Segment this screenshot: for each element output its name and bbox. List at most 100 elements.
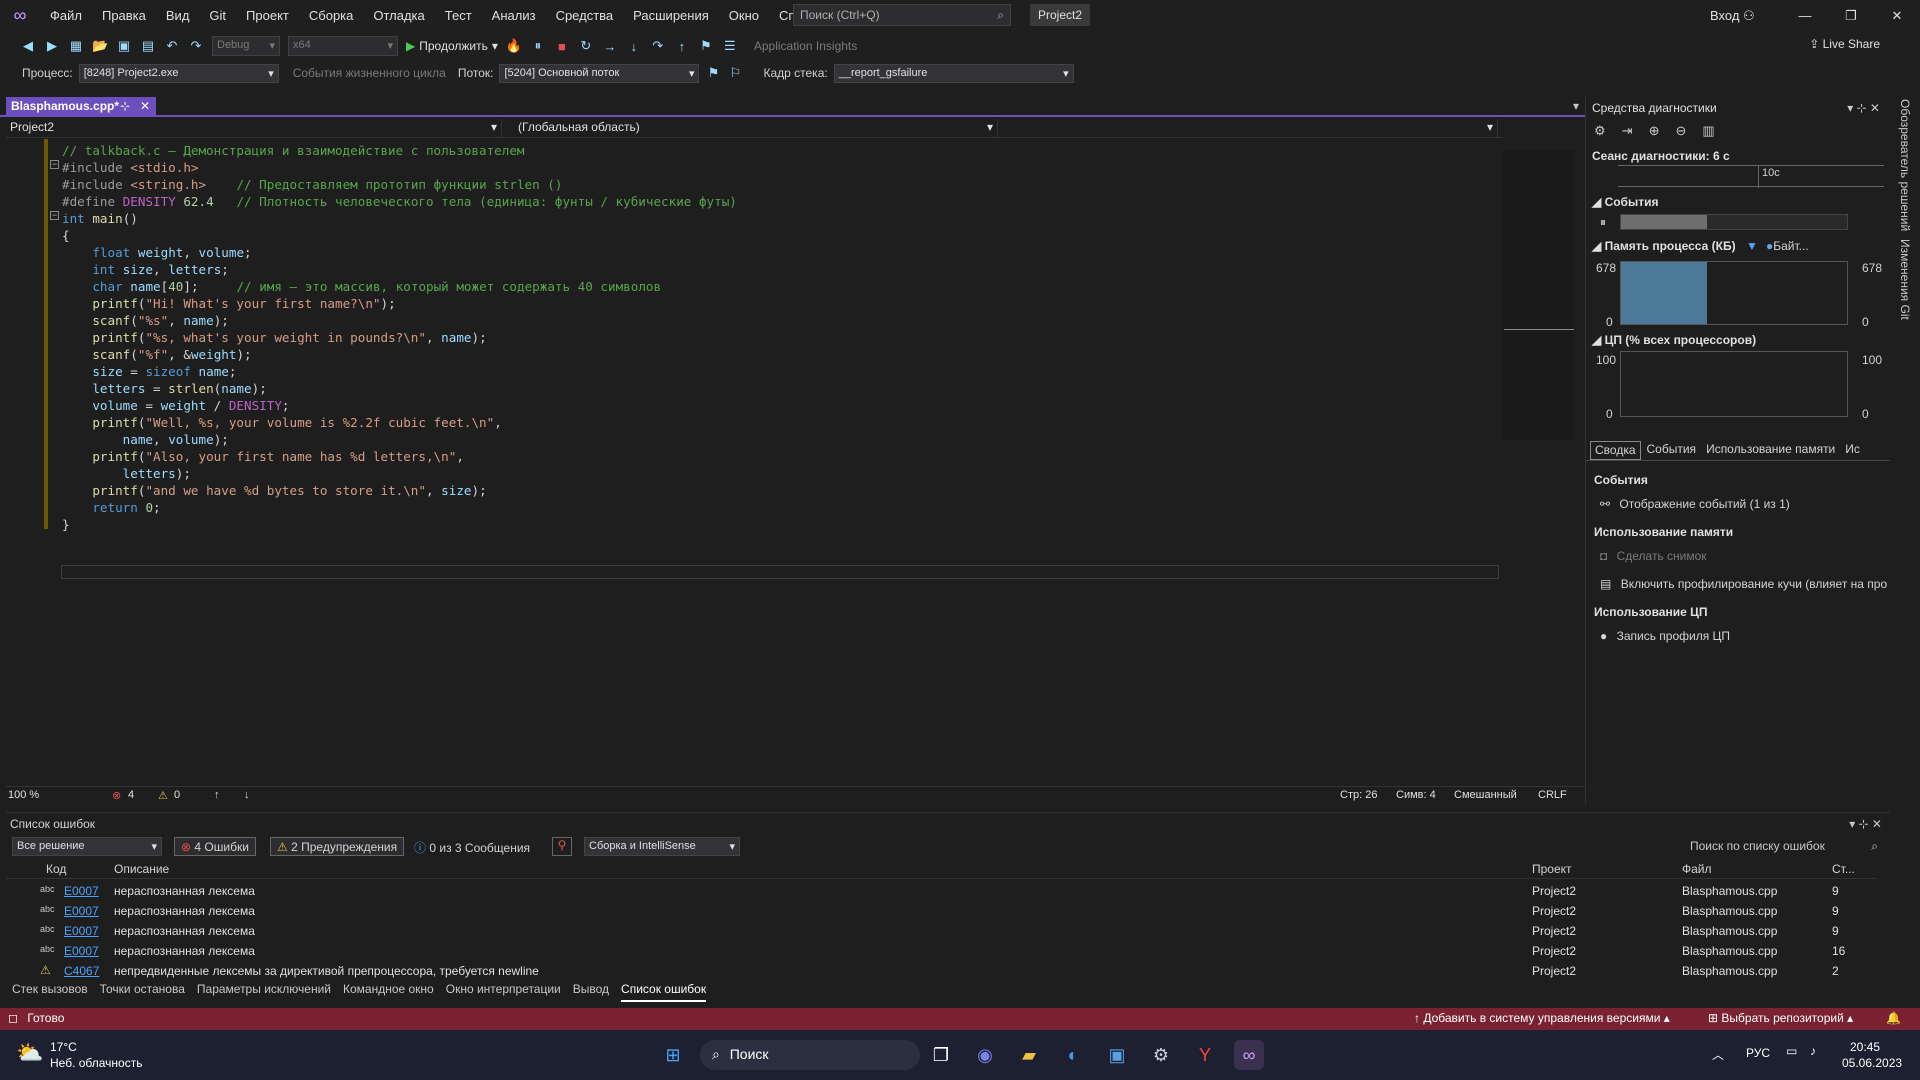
error-code[interactable]: E0007 — [64, 944, 99, 958]
code-line[interactable]: printf("and we have %d bytes to store it… — [62, 483, 486, 500]
panel-close-icon[interactable]: ▾ ⊹ ✕ — [1847, 101, 1880, 115]
error-code[interactable]: E0007 — [64, 884, 99, 898]
errors-filter-button[interactable]: ⊗ 4 Ошибки — [174, 837, 256, 856]
project-nav-select[interactable]: Project2 ▾ — [6, 119, 502, 137]
menu-window[interactable]: Окно — [719, 0, 769, 31]
export-icon[interactable]: ⇥ — [1622, 123, 1633, 139]
menu-edit[interactable]: Правка — [92, 0, 156, 31]
chart-icon[interactable]: ▥ — [1702, 123, 1714, 139]
tab-output[interactable]: Вывод — [573, 982, 609, 1002]
code-editor[interactable]: − − // talkback.c – Демонстрация и взаим… — [6, 139, 1501, 785]
filter-icon[interactable]: ▼ — [1746, 239, 1758, 253]
store-icon[interactable]: ▣ — [1102, 1040, 1132, 1070]
whitespace-mode[interactable]: Смешанный — [1454, 789, 1517, 801]
settings-icon[interactable]: ⚙ — [1594, 123, 1606, 139]
warnings-filter-button[interactable]: ⚠ 2 Предупреждения — [270, 837, 405, 856]
pin-icon[interactable]: ⊹ — [120, 99, 130, 113]
zoom-select[interactable]: 100 % — [8, 789, 39, 801]
header-description[interactable]: Описание — [114, 862, 169, 876]
code-line[interactable]: } — [62, 517, 70, 534]
global-search-input[interactable]: Поиск (Ctrl+Q) ⌕ — [793, 4, 1011, 26]
visual-studio-icon[interactable]: ∞ — [1234, 1040, 1264, 1070]
flag-icon[interactable]: ⚑ — [705, 65, 721, 81]
events-header[interactable]: ◢ События — [1592, 195, 1658, 209]
start-icon[interactable]: ⊞ — [658, 1040, 688, 1070]
menu-debug[interactable]: Отладка — [363, 0, 434, 31]
chat-icon[interactable]: ◉ — [970, 1040, 1000, 1070]
table-row[interactable]: abc E0007 нераспознанная лексема Project2 Bl… — [6, 941, 1890, 961]
step-into-icon[interactable]: ↓ — [626, 39, 642, 54]
step-out-icon[interactable]: ↑ — [674, 39, 690, 54]
build-filter-select[interactable]: Сборка и IntelliSense ▾ — [584, 837, 740, 856]
flag-threads-icon[interactable]: ⚐ — [727, 65, 743, 81]
solution-explorer-tab[interactable]: Обозреватель решений — [1898, 99, 1912, 231]
pause-icon[interactable]: ⏸ — [530, 38, 546, 54]
code-line[interactable]: // talkback.c – Демонстрация и взаимодей… — [62, 143, 525, 160]
code-line[interactable]: { — [62, 228, 70, 245]
table-row[interactable]: abc E0007 нераспознанная лексема Project2 Bl… — [6, 901, 1890, 921]
error-code[interactable]: E0007 — [64, 924, 99, 938]
table-row[interactable]: abc E0007 нераспознанная лексема Project2 Bl… — [6, 881, 1890, 901]
session-timeline[interactable]: 10с — [1618, 165, 1884, 188]
fold-toggle-include[interactable]: − — [50, 160, 59, 169]
tab-call-stack[interactable]: Стек вызовов — [12, 982, 88, 1002]
undo-icon[interactable]: ↶ — [164, 38, 180, 54]
code-line[interactable]: size = sizeof name; — [62, 364, 236, 381]
error-code[interactable]: E0007 — [64, 904, 99, 918]
error-scope-select[interactable]: Все решение ▾ — [12, 837, 162, 856]
show-events-link[interactable]: ⚯ Отображение событий (1 из 1) — [1600, 497, 1790, 511]
header-file[interactable]: Файл — [1682, 862, 1712, 876]
fold-toggle-main[interactable]: − — [50, 211, 59, 220]
select-repository[interactable]: ⊞ Выбрать репозиторий ▴ — [1708, 1011, 1853, 1025]
process-select[interactable]: [8248] Project2.exe ▾ — [78, 63, 279, 83]
close-tab-icon[interactable]: ✕ — [140, 99, 150, 113]
tab-overflow-icon[interactable]: ▾ — [1573, 99, 1579, 113]
tab-memory[interactable]: Использование памяти — [1702, 441, 1839, 460]
table-row[interactable]: ⚠ C4067 непредвиденные лексемы за директив… — [6, 961, 1890, 981]
events-pause-icon[interactable]: ⏸ — [1600, 215, 1606, 230]
config-select[interactable]: Debug ▾ — [212, 36, 280, 56]
tab-command-window[interactable]: Командное окно — [343, 982, 434, 1002]
zoom-in-icon[interactable]: ⊕ — [1649, 123, 1660, 139]
project-badge[interactable]: Project2 — [1030, 4, 1091, 26]
git-changes-tab[interactable]: Изменения Git — [1898, 239, 1912, 320]
code-line[interactable]: char name[40]; // имя – это массив, кото… — [62, 279, 661, 296]
scope-nav-select[interactable]: (Глобальная область) ▾ — [502, 119, 998, 137]
taskbar-search[interactable]: ⌕ Поиск — [700, 1040, 920, 1070]
weather-icon[interactable]: ⛅ — [16, 1040, 43, 1066]
code-line[interactable]: #include <stdio.h> — [62, 160, 199, 177]
code-line[interactable]: letters); — [62, 466, 191, 483]
live-share-button[interactable]: ⇪ Live Share — [1809, 37, 1880, 51]
bookmark-icon[interactable]: ⚑ — [698, 38, 714, 54]
task-view-icon[interactable]: ❐ — [926, 1040, 956, 1070]
code-line[interactable]: scanf("%f", &weight); — [62, 347, 251, 364]
tab-exception-settings[interactable]: Параметры исключений — [197, 982, 331, 1002]
new-project-icon[interactable]: ▦ — [68, 38, 84, 54]
lifecycle-events[interactable]: События жизненного цикла — [293, 66, 446, 80]
heap-profiling-button[interactable]: ▤ Включить профилирование кучи (влияет н… — [1600, 577, 1890, 591]
menu-analyze[interactable]: Анализ — [482, 0, 546, 31]
restore-button[interactable]: ❐ — [1828, 0, 1874, 31]
comment-icon[interactable]: ☰ — [722, 38, 738, 54]
tab-events[interactable]: События — [1643, 441, 1701, 460]
back-icon[interactable]: ◀ — [20, 38, 36, 54]
open-icon[interactable]: 📂 — [92, 38, 108, 54]
menu-build[interactable]: Сборка — [299, 0, 364, 31]
network-icon[interactable]: ▭ — [1786, 1044, 1797, 1058]
menu-file[interactable]: Файл — [40, 0, 92, 31]
stop-icon[interactable]: ■ — [554, 39, 570, 54]
header-code[interactable]: Код — [46, 862, 66, 876]
record-cpu-button[interactable]: ● Запись профиля ЦП — [1600, 629, 1730, 643]
tab-breakpoints[interactable]: Точки останова — [100, 982, 185, 1002]
menu-view[interactable]: Вид — [156, 0, 200, 31]
tab-error-list[interactable]: Список ошибок — [621, 982, 707, 1002]
thread-select[interactable]: [5204] Основной поток ▾ — [499, 63, 700, 83]
code-line[interactable]: printf("Well, %s, your volume is %2.2f c… — [62, 415, 501, 432]
menu-tools[interactable]: Средства — [546, 0, 624, 31]
column-number[interactable]: Симв: 4 — [1396, 789, 1436, 801]
code-line[interactable]: printf("%s, what's your weight in pounds… — [62, 330, 486, 347]
take-snapshot-button[interactable]: ◘ Сделать снимок — [1600, 549, 1707, 563]
hot-reload-icon[interactable]: 🔥 — [506, 38, 522, 54]
menu-git[interactable]: Git — [199, 0, 236, 31]
forward-icon[interactable]: ▶ — [44, 38, 60, 54]
